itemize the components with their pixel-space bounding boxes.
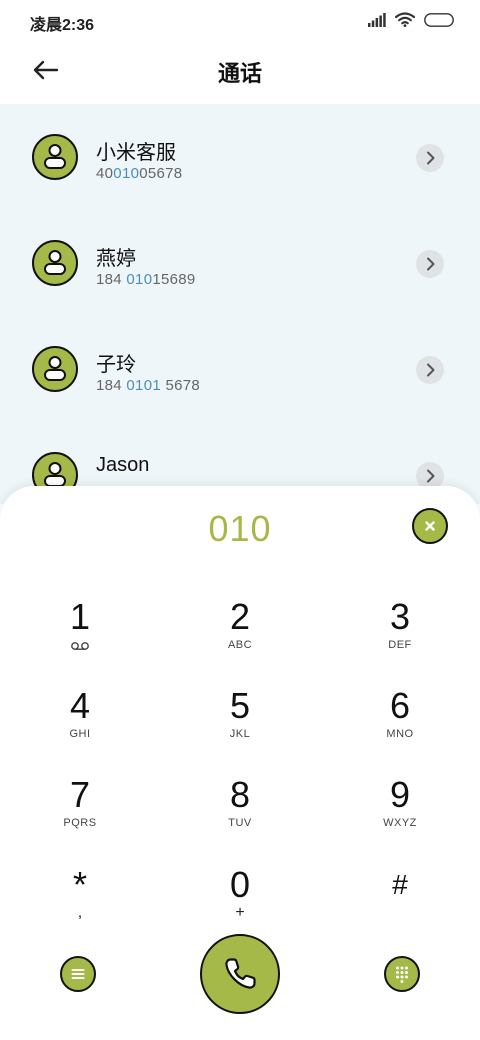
status-icons [368, 12, 454, 32]
key-9[interactable]: 9 WXYZ [340, 774, 460, 854]
key-digit: 1 [69, 596, 91, 637]
voicemail-icon [20, 638, 140, 652]
chevron-right-icon [427, 363, 435, 377]
menu-button[interactable] [60, 956, 96, 992]
key-letters: + [235, 904, 245, 921]
key-digit: * [72, 864, 87, 905]
close-icon [425, 521, 435, 531]
contact-name: 子玲 [96, 354, 136, 376]
key-digit: 4 [69, 685, 91, 726]
key-letters: DEF [388, 639, 412, 651]
contact-name: Jason [96, 454, 150, 476]
contact-row[interactable]: 小米客服 4001005678 [0, 104, 480, 210]
key-digit: 6 [389, 685, 411, 726]
menu-icon [71, 969, 85, 979]
dialed-number: 010 [208, 508, 272, 549]
contact-detail-button[interactable] [416, 144, 444, 172]
key-digit: 8 [229, 774, 251, 815]
number-match: 010 [126, 271, 153, 288]
clear-button[interactable] [412, 508, 448, 544]
phone-icon [225, 958, 256, 989]
number-match: 010 [113, 165, 140, 182]
call-button[interactable] [200, 934, 280, 1014]
status-bar: 凌晨2:36 [0, 0, 480, 42]
status-time: 凌晨2:36 [30, 17, 95, 34]
contact-number: 184 0101 5678 [96, 377, 201, 394]
number-match: 0101 [126, 377, 161, 394]
key-8[interactable]: 8 TUV [180, 774, 300, 854]
contact-name: 小米客服 [96, 142, 176, 164]
contact-detail-button[interactable] [416, 250, 444, 278]
key-digit: 0 [229, 864, 251, 905]
key-letters: PQRS [63, 817, 97, 829]
page-title: 通话 [217, 61, 262, 86]
person-icon [44, 250, 66, 275]
key-1[interactable]: 1 [20, 596, 140, 676]
contact-row[interactable]: 燕婷 184 01015689 [0, 210, 480, 316]
contact-number: 184 01015689 [96, 271, 196, 288]
person-icon [44, 144, 66, 169]
key-4[interactable]: 4 GHI [20, 685, 140, 765]
key-digit: 2 [229, 596, 251, 637]
key-0[interactable]: 0 + [180, 864, 300, 944]
battery-icon [424, 12, 454, 32]
contact-number: 4001005678 [96, 165, 183, 182]
key-digit: 3 [389, 596, 411, 637]
key-digit: 9 [389, 774, 411, 815]
dialpad-sheet: 010 1 2 ABC 3 DEF 4 GHI 5 JKL 6 MNO 7 PQ… [0, 486, 480, 1040]
keypad-toggle-button[interactable] [384, 956, 420, 992]
key-digit: 5 [229, 685, 251, 726]
key-3[interactable]: 3 DEF [340, 596, 460, 676]
header: 通话 [0, 42, 480, 104]
key-letters: GHI [69, 728, 91, 740]
chevron-right-icon [427, 257, 435, 271]
wifi-icon [394, 12, 416, 32]
key-hash[interactable]: # [340, 864, 460, 944]
person-icon [44, 356, 66, 381]
contact-row[interactable]: 子玲 184 0101 5678 [0, 316, 480, 422]
key-digit: 7 [69, 774, 91, 815]
key-letters: ABC [227, 639, 253, 651]
key-letters: TUV [228, 817, 252, 829]
key-letters: MNO [386, 728, 414, 740]
avatar [32, 346, 78, 392]
keypad-icon [396, 966, 408, 983]
signal-icon [368, 12, 386, 32]
key-digit: # [392, 869, 408, 900]
contact-detail-button[interactable] [416, 356, 444, 384]
contact-name: 燕婷 [96, 248, 136, 270]
key-star[interactable]: * , [20, 864, 140, 944]
key-2[interactable]: 2 ABC [180, 596, 300, 676]
avatar [32, 134, 78, 180]
chevron-right-icon [427, 151, 435, 165]
key-letters: WXYZ [383, 817, 417, 829]
key-6[interactable]: 6 MNO [340, 685, 460, 765]
contact-list[interactable]: 小米客服 4001005678 燕婷 184 01015689 子玲 184 0… [0, 104, 480, 504]
avatar [32, 240, 78, 286]
key-letters: , [77, 904, 83, 921]
key-5[interactable]: 5 JKL [180, 685, 300, 765]
key-letters: JKL [229, 728, 251, 740]
key-7[interactable]: 7 PQRS [20, 774, 140, 854]
